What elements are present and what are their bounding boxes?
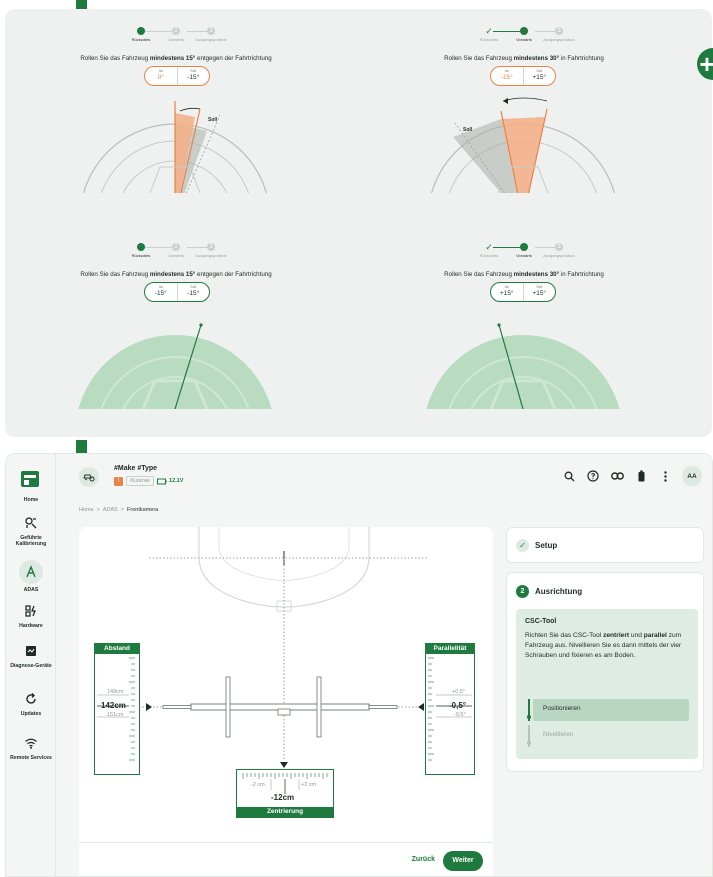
- hardware-icon: [22, 602, 40, 620]
- parallel-gauge: Parallelität +0,5° -0,5° -0,5°: [425, 643, 475, 775]
- battery-icon: [157, 478, 167, 484]
- center-gauge-title: Zentrierung: [237, 807, 333, 817]
- substep-positioning[interactable]: Positionieren: [525, 699, 689, 721]
- section-marker: [76, 440, 87, 453]
- step-number-badge: 2: [516, 585, 529, 598]
- angle-readout: Ist -15° Soll -15°: [144, 282, 210, 302]
- parallel-gauge-title: Parallelität: [426, 644, 474, 654]
- wheel-graphic: [78, 323, 272, 409]
- step-start-position: 3 Ausgangsposition: [543, 27, 575, 42]
- distance-gauge: Abstand 149cm 142cm 151cm: [94, 643, 140, 775]
- instruction-text: Rollen Sie das Fahrzeug mindestens 30° i…: [444, 271, 604, 278]
- stepper: ✓ Rückwärts Vorwärts 3 Ausgangsposition: [363, 27, 685, 49]
- logo-icon: [21, 471, 39, 487]
- car-search-icon: [83, 474, 95, 482]
- sidebar-item-updates[interactable]: Updates: [6, 690, 56, 717]
- soll-tag: Soll: [463, 127, 473, 133]
- distance-gauge-title: Abstand: [95, 644, 139, 654]
- stepper: Rückwärts 2 Vorwärts 3 Ausgangsposition: [15, 243, 337, 265]
- angle-readout: Ist 0° Soll -15°: [144, 66, 210, 86]
- breadcrumb-adas[interactable]: ADAS: [103, 507, 118, 513]
- back-button[interactable]: Zurück: [412, 856, 435, 863]
- instruction-text: Rollen Sie das Fahrzeug mindestens 15° e…: [80, 55, 272, 62]
- vehicle-badges: ! #Lizense 12.1V: [114, 476, 183, 486]
- stepper: ✓ Rückwärts Vorwärts 3 Ausgangsposition: [363, 243, 685, 265]
- alignment-step-card: 2 Ausrichtung CSC-Tool Richten Sie das C…: [506, 572, 704, 772]
- sidebar-item-adas[interactable]: ADAS: [6, 560, 56, 593]
- next-button[interactable]: Weiter: [443, 851, 483, 871]
- battery-status: 12.1V: [157, 478, 183, 485]
- angle-readout: Ist +15° Soll +15°: [490, 282, 556, 302]
- instruction-text: Rollen Sie das Fahrzeug mindestens 15° e…: [80, 271, 272, 278]
- soll-tag: Soll: [208, 117, 218, 123]
- license-badge: #Lizense: [126, 476, 155, 486]
- breadcrumb: Home > ADAS > Frontkamera: [79, 507, 159, 513]
- avatar[interactable]: AA: [682, 466, 702, 486]
- substep-leveling[interactable]: Nivellieren: [525, 725, 689, 747]
- sidebar-item-home[interactable]: Home: [6, 494, 56, 503]
- wheel-graphic: Soll: [83, 101, 267, 193]
- breadcrumb-home[interactable]: Home: [79, 507, 94, 513]
- vehicle-title: #Make #Type: [114, 465, 158, 472]
- footer-bar: Zurück Weiter: [79, 842, 493, 876]
- calibration-card-1: Rückwärts 2 Vorwärts 3 Ausgangsposition Ro…: [15, 21, 337, 193]
- sidebar-item-diagnostic-devices[interactable]: Diagnose-Geräte: [6, 642, 56, 669]
- sidebar: Home Geführte Kalibrierung ADAS Hardware…: [6, 454, 56, 876]
- header-actions: AA: [562, 466, 702, 486]
- updates-icon: [22, 690, 40, 708]
- alignment-title: Ausrichtung: [535, 587, 583, 596]
- link-icon[interactable]: [610, 469, 624, 483]
- sidebar-item-remote-services[interactable]: Remote Services: [6, 734, 56, 761]
- setup-step-card[interactable]: ✓ Setup: [506, 527, 704, 563]
- main-content: #Make #Type ! #Lizense 12.1V AA Home > A…: [56, 454, 712, 876]
- sidebar-item-guided-calibration[interactable]: Geführte Kalibrierung: [6, 514, 56, 547]
- calibration-icon: [22, 514, 40, 532]
- breadcrumb-current: Frontkamera: [127, 507, 159, 513]
- check-icon: ✓: [516, 539, 529, 552]
- calibration-card-3: Rückwärts 2 Vorwärts 3 Ausgangsposition Ro…: [15, 237, 337, 409]
- wifi-icon: [22, 734, 40, 752]
- adas-icon: [19, 560, 43, 584]
- setup-title: Setup: [535, 541, 558, 550]
- help-icon[interactable]: [586, 469, 600, 483]
- angle-readout: Ist -15° Soll +15°: [490, 66, 556, 86]
- warning-icon: !: [114, 476, 123, 486]
- calibration-card-4: ✓ Rückwärts Vorwärts 3 Ausgangsposition Ro…: [363, 237, 685, 409]
- step-start-position: 3 Ausgangsposition: [195, 27, 227, 42]
- step-start-position: 3 Ausgangsposition: [195, 243, 227, 258]
- app-window: Home Geführte Kalibrierung ADAS Hardware…: [5, 453, 713, 877]
- header: #Make #Type ! #Lizense 12.1V AA: [56, 454, 712, 502]
- search-icon[interactable]: [562, 469, 576, 483]
- csc-tool-box: CSC-Tool Richten Sie das CSC-Tool zentri…: [516, 609, 698, 759]
- add-icon[interactable]: +: [697, 48, 713, 80]
- instruction-text: Rollen Sie das Fahrzeug mindestens 30° i…: [444, 55, 604, 62]
- wheel-graphic: Soll: [431, 97, 615, 193]
- csc-tool-description: Richten Sie das CSC-Tool zentriert und p…: [525, 632, 682, 659]
- page: Rückwärts 2 Vorwärts 3 Ausgangsposition Ro…: [0, 0, 713, 877]
- vehicle-button[interactable]: [79, 467, 99, 487]
- calibration-card-2: ✓ Rückwärts Vorwärts 3 Ausgangsposition Ro…: [363, 21, 685, 193]
- center-gauge: -2 cm +2 cm -12cm Zentrierung: [236, 769, 334, 818]
- calibration-steps-panel: Rückwärts 2 Vorwärts 3 Ausgangsposition Ro…: [5, 9, 712, 437]
- step-start-position: 3 Ausgangsposition: [543, 243, 575, 258]
- more-icon[interactable]: [658, 469, 672, 483]
- alignment-canvas: Abstand 149cm 142cm 151cm Parallelität +…: [79, 527, 493, 876]
- device-battery-icon[interactable]: [634, 469, 648, 483]
- csc-tool-title: CSC-Tool: [525, 618, 557, 625]
- diagnostic-device-icon: [22, 642, 40, 660]
- sidebar-item-hardware[interactable]: Hardware: [6, 602, 56, 629]
- wheel-graphic: [426, 323, 620, 409]
- stepper: Rückwärts 2 Vorwärts 3 Ausgangsposition: [15, 27, 337, 49]
